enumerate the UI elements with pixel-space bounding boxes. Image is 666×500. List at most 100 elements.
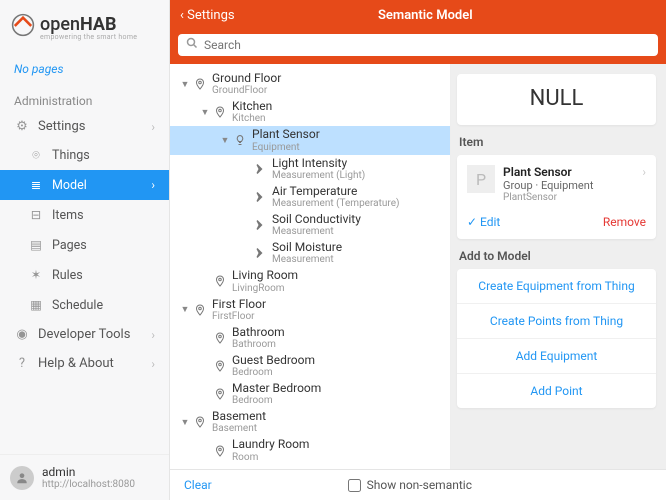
location-icon bbox=[192, 77, 208, 91]
sidebar-item-developer-tools[interactable]: ◉ Developer Tools › bbox=[0, 320, 169, 349]
tree-label: Basement bbox=[212, 410, 266, 423]
logo-icon bbox=[10, 12, 36, 42]
item-state: NULL bbox=[457, 74, 656, 125]
page-title: Semantic Model bbox=[185, 8, 666, 23]
layers-icon: ≣ bbox=[28, 177, 44, 193]
location-icon bbox=[192, 303, 208, 317]
sidebar-item-rules[interactable]: ✶Rules bbox=[0, 260, 169, 290]
sidebar-item-label: Items bbox=[52, 208, 84, 223]
action-add-point[interactable]: Add Point bbox=[457, 374, 656, 408]
item-card[interactable]: P Plant Sensor Group · Equipment PlantSe… bbox=[457, 155, 656, 239]
location-icon bbox=[212, 387, 228, 401]
item-section-header: Item bbox=[459, 135, 656, 149]
tree: ▼Ground FloorGroundFloor▼KitchenKitchen▼… bbox=[170, 64, 451, 469]
tree-label: Light Intensity bbox=[272, 157, 365, 170]
chevron-right-icon: › bbox=[151, 357, 155, 371]
tree-label: Air Temperature bbox=[272, 185, 400, 198]
tree-label: Bathroom bbox=[232, 326, 285, 339]
toggle-icon[interactable]: ▼ bbox=[178, 304, 192, 315]
search-icon bbox=[186, 37, 198, 53]
tree-row[interactable]: Soil MoistureMeasurement bbox=[170, 239, 450, 267]
tree-row[interactable]: Soil ConductivityMeasurement bbox=[170, 211, 450, 239]
location-icon bbox=[212, 359, 228, 373]
tree-row[interactable]: Laundry RoomRoom bbox=[170, 436, 450, 464]
toggle-icon[interactable]: ▼ bbox=[198, 107, 212, 118]
sidebar: openHAB empowering the smart home No pag… bbox=[0, 0, 170, 500]
tree-label: Master Bedroom bbox=[232, 382, 321, 395]
tree-label: Laundry Room bbox=[232, 438, 309, 451]
tree-row[interactable]: Living RoomLivingRoom bbox=[170, 267, 450, 295]
show-non-semantic-toggle[interactable]: Show non-semantic bbox=[348, 478, 472, 492]
tree-row[interactable]: ▼Ground FloorGroundFloor bbox=[170, 70, 450, 98]
point-icon bbox=[252, 246, 268, 260]
sidebar-item-things[interactable]: ⌾Things bbox=[0, 141, 169, 170]
search-box[interactable] bbox=[178, 34, 658, 56]
logo: openHAB empowering the smart home bbox=[0, 0, 169, 52]
sidebar-item-items[interactable]: ⊟Items bbox=[0, 200, 169, 230]
location-icon bbox=[212, 274, 228, 288]
tree-sublabel: Measurement (Temperature) bbox=[272, 198, 400, 209]
tree-sublabel: Basement bbox=[212, 423, 266, 434]
location-icon bbox=[212, 105, 228, 119]
tree-label: Soil Moisture bbox=[272, 241, 342, 254]
tree-row[interactable]: Light IntensityMeasurement (Light) bbox=[170, 155, 450, 183]
tree-sublabel: Bathroom bbox=[232, 339, 285, 350]
action-create-equipment-from-thing[interactable]: Create Equipment from Thing bbox=[457, 269, 656, 304]
chevron-right-icon: › bbox=[151, 120, 155, 134]
tree-row[interactable]: ▼First FloorFirstFloor bbox=[170, 296, 450, 324]
sidebar-item-label: Model bbox=[52, 178, 87, 193]
toggle-icon[interactable]: ▼ bbox=[178, 79, 192, 90]
show-non-semantic-checkbox[interactable] bbox=[348, 479, 361, 492]
search-input[interactable] bbox=[204, 38, 650, 52]
sidebar-item-schedule[interactable]: ▦Schedule bbox=[0, 290, 169, 320]
sidebar-item-label: Settings bbox=[38, 119, 85, 134]
item-type: Group · Equipment bbox=[503, 179, 634, 192]
main: ‹ Settings Semantic Model ▼Ground FloorG… bbox=[170, 0, 666, 500]
link-icon: ⌾ bbox=[28, 148, 44, 163]
tree-sublabel: Room bbox=[232, 452, 309, 463]
gear-icon: ⚙ bbox=[14, 119, 30, 134]
item-title: Plant Sensor bbox=[503, 165, 634, 179]
tree-row[interactable]: ▼Plant SensorEquipment bbox=[170, 126, 450, 154]
sidebar-footer: admin http://localhost:8080 bbox=[0, 454, 169, 500]
tree-row[interactable]: Air TemperatureMeasurement (Temperature) bbox=[170, 183, 450, 211]
edit-button[interactable]: ✓ Edit bbox=[467, 215, 500, 229]
point-icon bbox=[252, 162, 268, 176]
action-create-points-from-thing[interactable]: Create Points from Thing bbox=[457, 304, 656, 339]
chevron-right-icon: › bbox=[151, 328, 155, 342]
tree-sublabel: GroundFloor bbox=[212, 85, 281, 96]
no-pages-label: No pages bbox=[0, 52, 169, 86]
tree-sublabel: FirstFloor bbox=[212, 311, 266, 322]
topbar: ‹ Settings Semantic Model bbox=[170, 0, 666, 64]
tree-row[interactable]: Master BedroomBedroom bbox=[170, 380, 450, 408]
show-non-semantic-label: Show non-semantic bbox=[367, 478, 472, 492]
item-name: PlantSensor bbox=[503, 192, 634, 203]
dashboard-icon: ◉ bbox=[14, 327, 30, 342]
tree-sublabel: Measurement bbox=[272, 226, 361, 237]
tree-row[interactable]: ▼ BasementBasement bbox=[170, 408, 450, 436]
tree-row[interactable]: ▼KitchenKitchen bbox=[170, 98, 450, 126]
tree-row[interactable]: Guest BedroomBedroom bbox=[170, 352, 450, 380]
sidebar-item-model[interactable]: ≣Model› bbox=[0, 170, 169, 200]
sidebar-item-label: Help & About bbox=[38, 356, 114, 371]
item-badge: P bbox=[467, 165, 495, 193]
tree-label: Kitchen bbox=[232, 100, 272, 113]
page-icon: ▤ bbox=[28, 237, 44, 253]
avatar[interactable] bbox=[10, 466, 34, 490]
sidebar-item-pages[interactable]: ▤Pages bbox=[0, 230, 169, 260]
logo-text: openHAB bbox=[40, 14, 137, 35]
clear-button[interactable]: Clear bbox=[184, 478, 212, 492]
logo-tagline: empowering the smart home bbox=[40, 33, 137, 41]
toggle-icon[interactable]: ▼ bbox=[218, 135, 232, 146]
remove-button[interactable]: Remove bbox=[603, 215, 646, 229]
equipment-icon bbox=[232, 133, 248, 147]
sidebar-item-label: Rules bbox=[52, 268, 83, 283]
action-add-equipment[interactable]: Add Equipment bbox=[457, 339, 656, 374]
server-url: http://localhost:8080 bbox=[42, 479, 135, 490]
calendar-icon: ▦ bbox=[28, 297, 44, 313]
sidebar-item-label: Developer Tools bbox=[38, 327, 130, 342]
toggle-icon[interactable]: ▼ bbox=[178, 417, 192, 428]
sidebar-item-settings[interactable]: ⚙ Settings › bbox=[0, 112, 169, 141]
tree-row[interactable]: BathroomBathroom bbox=[170, 324, 450, 352]
sidebar-item-help-about[interactable]: ? Help & About › bbox=[0, 349, 169, 378]
